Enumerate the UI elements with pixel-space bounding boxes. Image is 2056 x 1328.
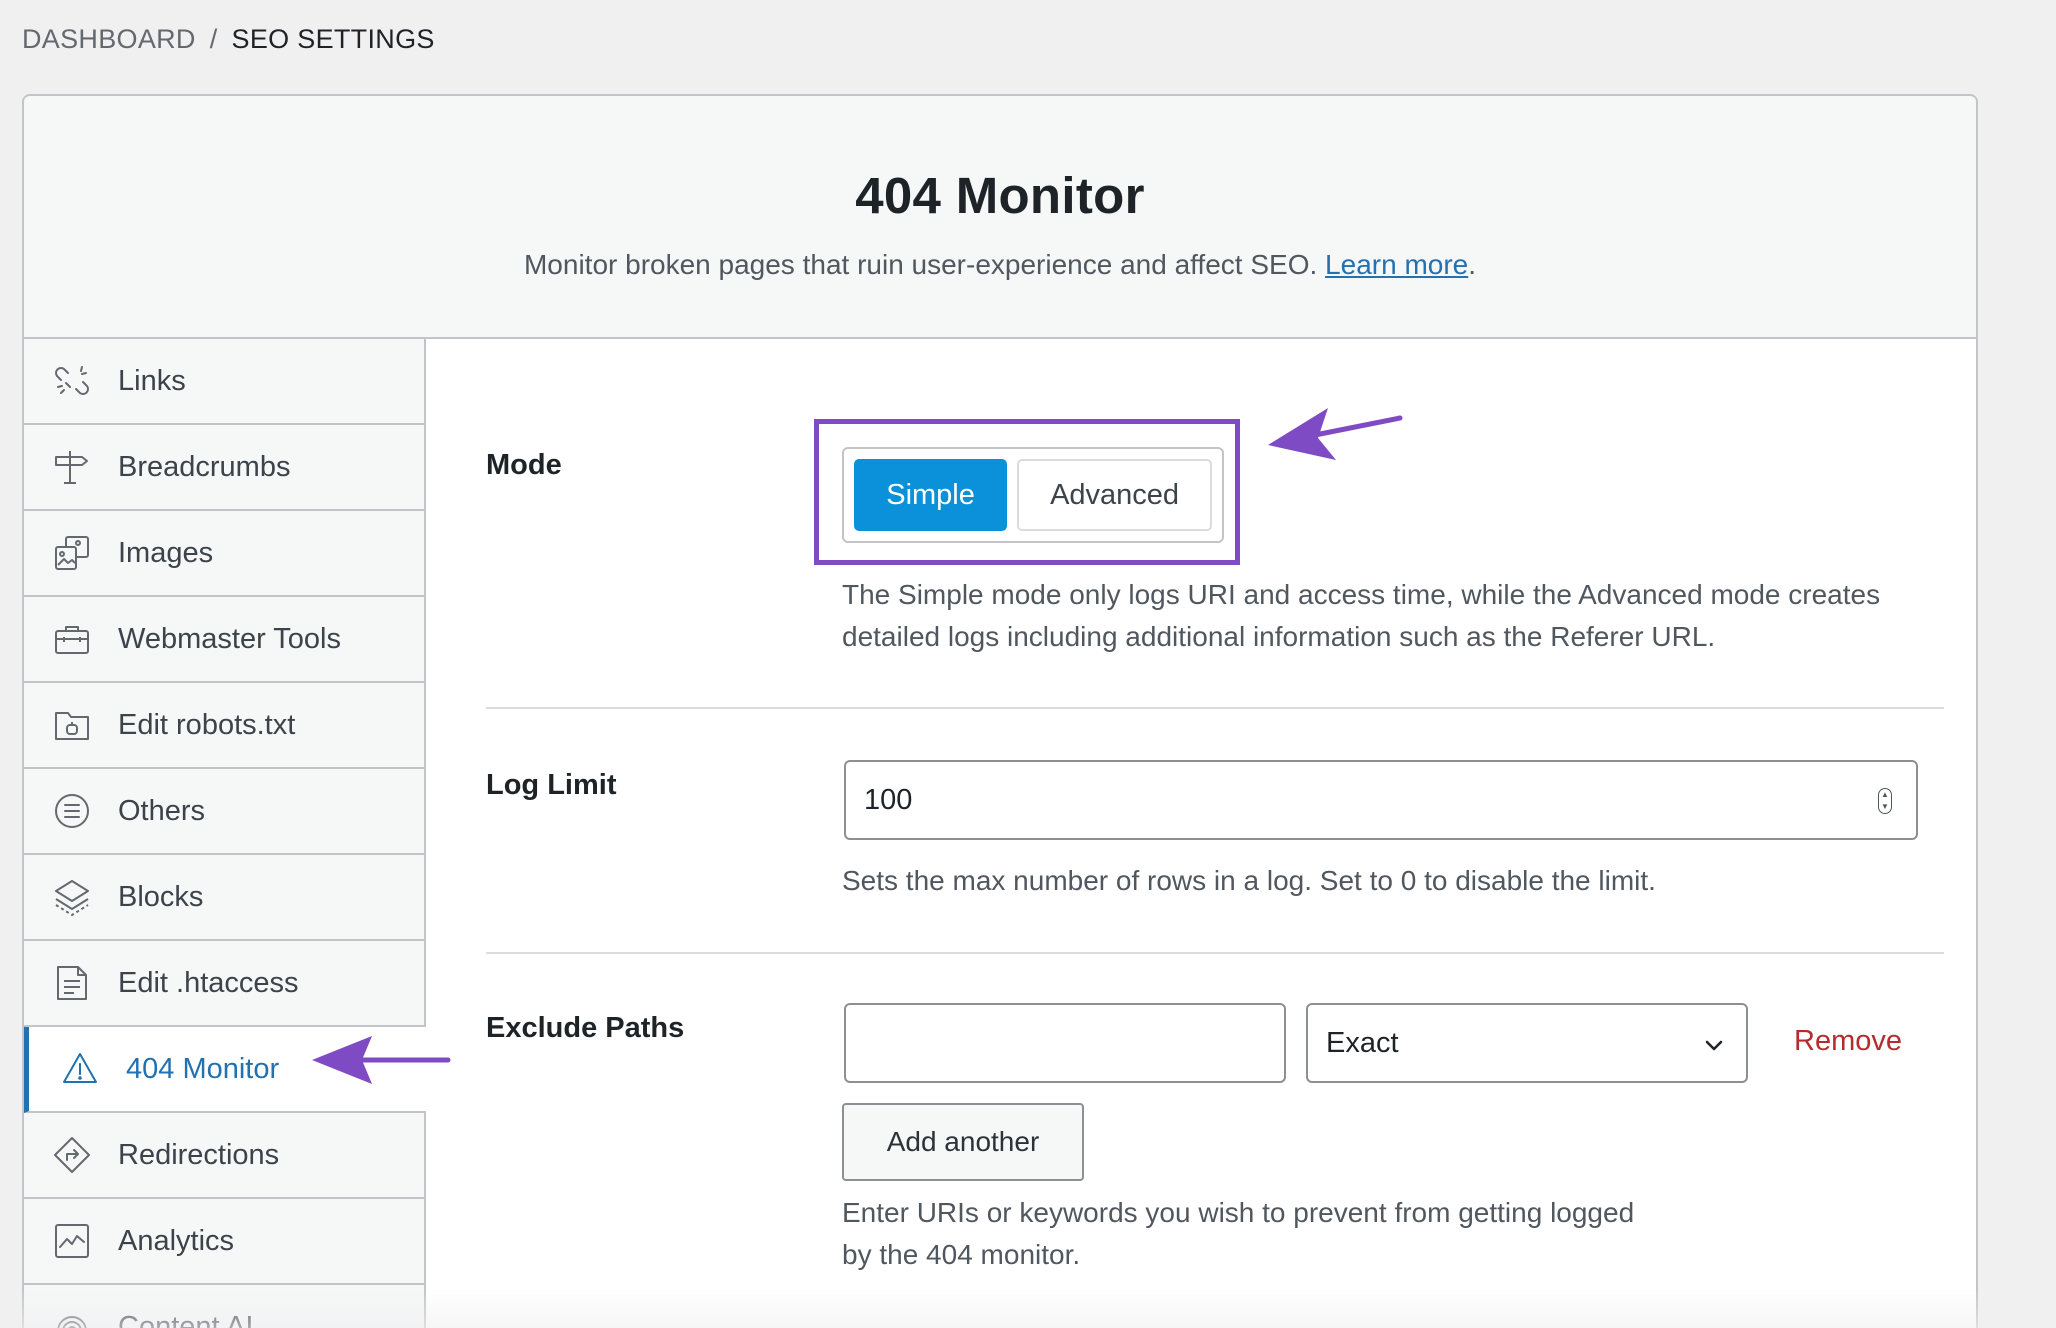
- subtitle-period: .: [1468, 249, 1477, 280]
- sidebar-item-label: Edit robots.txt: [118, 708, 296, 741]
- sidebar-item-label: Others: [118, 794, 206, 827]
- page-title: 404 Monitor: [855, 167, 1145, 224]
- sidebar-item-label: Webmaster Tools: [118, 622, 341, 655]
- sidebar-item-content-ai[interactable]: Content AI: [24, 1285, 426, 1328]
- mode-label: Mode: [486, 449, 562, 481]
- remove-path-link[interactable]: Remove: [1794, 1025, 1902, 1058]
- chevron-down-icon: [1705, 1040, 1723, 1051]
- sidebar-item-analytics[interactable]: Analytics: [24, 1199, 426, 1285]
- subtitle-text: Monitor broken pages that ruin user-expe…: [523, 249, 1326, 280]
- add-another-button[interactable]: Add another: [842, 1103, 1084, 1181]
- blocks-icon: [52, 877, 92, 917]
- mode-simple-button[interactable]: Simple: [854, 459, 1008, 531]
- breadcrumb-separator: /: [209, 24, 218, 54]
- sidebar-item-edit-htaccess[interactable]: Edit .htaccess: [24, 941, 426, 1027]
- list-circle-icon: [52, 791, 92, 831]
- mode-description: The Simple mode only logs URI and access…: [842, 579, 1881, 652]
- page: DASHBOARD / SEO SETTINGS 404 Monitor Mon…: [0, 0, 2056, 1328]
- learn-more-link[interactable]: Learn more: [1325, 249, 1468, 280]
- page-subtitle: Monitor broken pages that ruin user-expe…: [24, 249, 1976, 281]
- sidebar-item-label: 404 Monitor: [126, 1052, 280, 1085]
- exclude-path-input[interactable]: [844, 1003, 1286, 1083]
- settings-sidebar: Links Breadcrumbs Images Webmaster Tools: [24, 339, 426, 1328]
- content-ai-icon: [52, 1307, 92, 1328]
- mode-toggle-group: Simple Advanced: [842, 447, 1224, 543]
- number-spinner-icon[interactable]: ▲ ▼: [1878, 788, 1892, 814]
- sidebar-item-label: Blocks: [118, 880, 204, 913]
- sidebar-item-label: Content AI: [118, 1310, 254, 1328]
- match-type-select[interactable]: Exact: [1306, 1003, 1748, 1083]
- images-icon: [52, 533, 92, 573]
- toolbox-icon: [52, 619, 92, 659]
- folder-robot-icon: [52, 705, 92, 745]
- sidebar-item-blocks[interactable]: Blocks: [24, 855, 426, 941]
- breadcrumb-current: SEO SETTINGS: [231, 24, 435, 54]
- sidebar-item-webmaster-tools[interactable]: Webmaster Tools: [24, 597, 426, 683]
- sidebar-item-links[interactable]: Links: [24, 339, 426, 425]
- redirect-diamond-icon: [52, 1135, 92, 1175]
- sidebar-item-images[interactable]: Images: [24, 511, 426, 597]
- log-limit-label: Log Limit: [486, 769, 617, 801]
- annotation-arrow-mode: [1268, 408, 1403, 460]
- panel-header: 404 Monitor Monitor broken pages that ru…: [24, 96, 1976, 339]
- warning-triangle-icon: [60, 1049, 100, 1089]
- annotation-arrow-404-monitor: [312, 1036, 451, 1084]
- log-limit-description: Sets the max number of rows in a log. Se…: [842, 865, 1656, 896]
- exclude-paths-label: Exclude Paths: [486, 1012, 685, 1044]
- sidebar-item-breadcrumbs[interactable]: Breadcrumbs: [24, 425, 426, 511]
- sidebar-item-label: Edit .htaccess: [118, 966, 299, 999]
- sidebar-item-label: Links: [118, 364, 186, 397]
- file-text-icon: [52, 963, 92, 1003]
- sidebar-item-redirections[interactable]: Redirections: [24, 1113, 426, 1199]
- log-limit-input[interactable]: 100 ▲ ▼: [844, 760, 1918, 840]
- link-broken-icon: [52, 361, 92, 401]
- analytics-chart-icon: [52, 1221, 92, 1261]
- sidebar-item-label: Breadcrumbs: [118, 450, 291, 483]
- sidebar-item-label: Images: [118, 536, 214, 569]
- match-type-value: Exact: [1326, 1026, 1399, 1059]
- sidebar-item-label: Redirections: [118, 1138, 280, 1171]
- sidebar-item-edit-robots[interactable]: Edit robots.txt: [24, 683, 426, 769]
- mode-advanced-button[interactable]: Advanced: [1017, 459, 1212, 531]
- signpost-icon: [52, 447, 92, 487]
- breadcrumb: DASHBOARD / SEO SETTINGS: [22, 24, 435, 55]
- log-limit-value: 100: [864, 783, 913, 816]
- sidebar-item-others[interactable]: Others: [24, 769, 426, 855]
- exclude-paths-description: Enter URIs or keywords you wish to preve…: [842, 1197, 1635, 1270]
- sidebar-item-label: Analytics: [118, 1224, 235, 1257]
- breadcrumb-dashboard-link[interactable]: DASHBOARD: [22, 24, 196, 55]
